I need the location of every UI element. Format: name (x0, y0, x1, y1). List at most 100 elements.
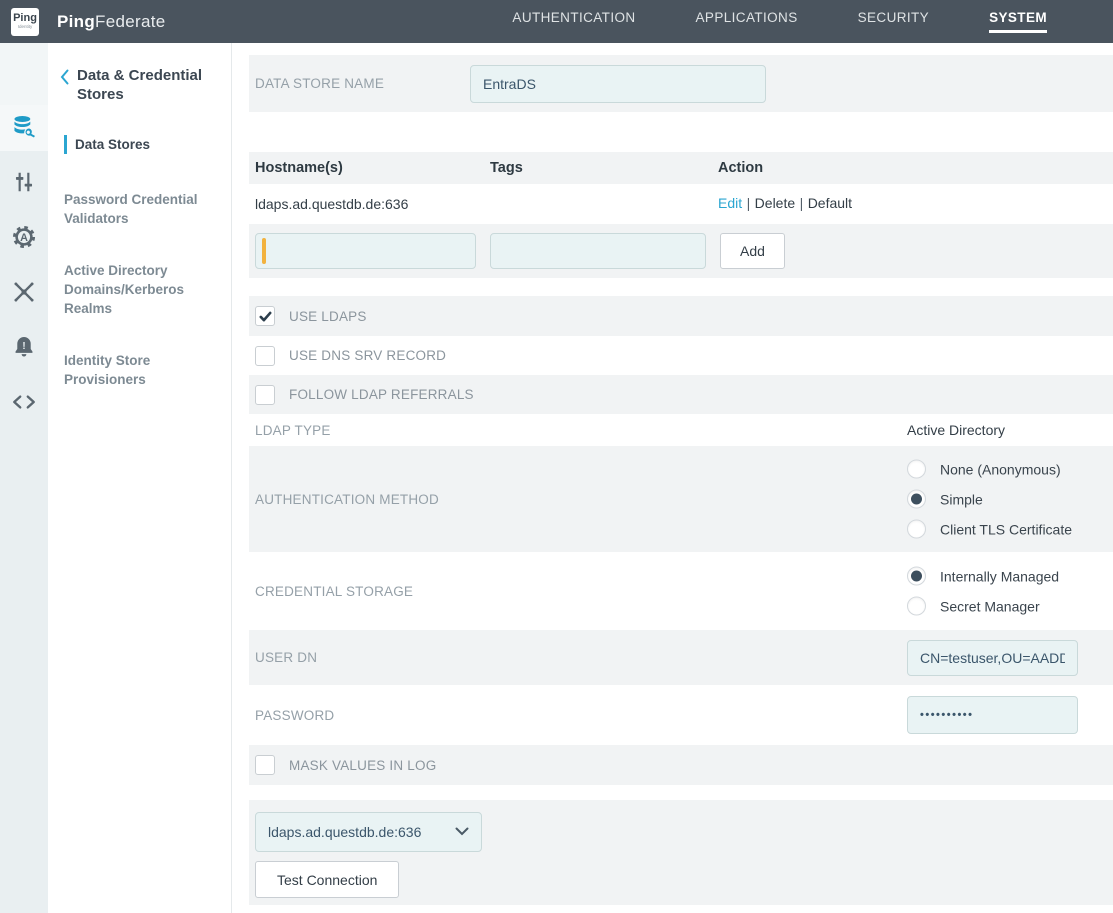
rail-item-data-stores[interactable] (11, 114, 37, 140)
add-button[interactable]: Add (720, 233, 785, 269)
main-nav: AUTHENTICATION APPLICATIONS SECURITY SYS… (512, 10, 1047, 33)
user-dn-label: USER DN (255, 650, 317, 665)
password-input[interactable] (907, 696, 1078, 734)
chevron-left-icon (60, 69, 70, 105)
sidebar-back-header[interactable]: Data & Credential Stores (60, 67, 219, 105)
password-label: PASSWORD (255, 708, 334, 723)
text-cursor (262, 238, 266, 264)
sidebar-item-ad-domains-kerberos[interactable]: Active Directory Domains/Kerberos Realms (64, 261, 212, 318)
sidebar-item-identity-store-provisioners[interactable]: Identity Store Provisioners (64, 351, 212, 389)
hostname-cell: ldaps.ad.questdb.de:636 (255, 196, 490, 212)
follow-ldap-referrals-checkbox[interactable] (255, 385, 275, 405)
rail-item-monitoring-notifications[interactable]: ! (11, 334, 37, 360)
node-connections-icon (11, 292, 37, 309)
sidebar-item-password-credential-validators[interactable]: Password Credential Validators (64, 190, 212, 228)
header-hostnames: Hostname(s) (255, 160, 490, 176)
rail-item-server-configuration[interactable] (11, 169, 37, 195)
radio-internally-managed[interactable]: Internally Managed (907, 567, 1059, 586)
app-title-light: Federate (95, 12, 165, 31)
nav-security[interactable]: SECURITY (858, 10, 929, 33)
rail-top-section (0, 43, 48, 105)
user-dn-input[interactable] (907, 640, 1078, 676)
ldap-type-value: Active Directory (907, 422, 1005, 438)
delete-link[interactable]: Delete (755, 195, 795, 211)
sliders-icon (11, 182, 37, 199)
ping-logo: Ping Identity (11, 8, 39, 36)
mask-values-row: MASK VALUES IN LOG (249, 745, 1113, 785)
ldap-type-label: LDAP TYPE (255, 423, 331, 438)
header-tags: Tags (490, 160, 718, 176)
app-title: PingFederate (57, 12, 165, 32)
follow-ldap-referrals-label: FOLLOW LDAP REFERRALS (289, 387, 474, 402)
mask-values-label: MASK VALUES IN LOG (289, 758, 436, 773)
authentication-method-row: AUTHENTICATION METHOD None (Anonymous) S… (249, 446, 1113, 552)
new-tags-input[interactable] (490, 233, 706, 269)
radio-circle (907, 520, 926, 539)
hostname-table-row: ldaps.ad.questdb.de:636 Edit | Delete | … (249, 184, 1113, 224)
add-hostname-row: Add (249, 224, 1113, 278)
use-dns-srv-label: USE DNS SRV RECORD (289, 348, 446, 363)
main-content: DATA STORE NAME Hostname(s) Tags Action … (232, 43, 1113, 913)
rail-item-oauth-code[interactable] (11, 389, 37, 415)
data-store-name-input[interactable] (470, 65, 766, 103)
credential-storage-row: CREDENTIAL STORAGE Internally Managed Se… (249, 552, 1113, 630)
header-action: Action (718, 160, 1113, 176)
credential-storage-options: Internally Managed Secret Manager (907, 567, 1059, 616)
use-dns-srv-checkbox[interactable] (255, 346, 275, 366)
hostname-select[interactable]: ldaps.ad.questdb.de:636 (255, 812, 482, 852)
code-brackets-icon (11, 402, 37, 419)
gear-a-icon: A (11, 237, 37, 254)
app-title-bold: Ping (57, 12, 95, 31)
sidebar-item-data-stores[interactable]: Data Stores (64, 135, 212, 154)
svg-text:!: ! (22, 341, 25, 352)
nav-applications[interactable]: APPLICATIONS (696, 10, 798, 33)
radio-circle (907, 597, 926, 616)
radio-simple[interactable]: Simple (907, 490, 1072, 509)
nav-system[interactable]: SYSTEM (989, 10, 1047, 33)
password-row: PASSWORD (249, 685, 1113, 745)
action-separator: | (800, 195, 804, 211)
edit-link[interactable]: Edit (718, 195, 742, 211)
credential-storage-label: CREDENTIAL STORAGE (255, 584, 413, 599)
chevron-down-icon (455, 823, 469, 841)
test-connection-button[interactable]: Test Connection (255, 861, 399, 898)
radio-circle (907, 460, 926, 479)
top-bar: Ping Identity PingFederate AUTHENTICATIO… (0, 0, 1113, 43)
hostnames-table-header: Hostname(s) Tags Action (249, 152, 1113, 184)
mask-values-checkbox[interactable] (255, 755, 275, 775)
icon-rail: A (0, 43, 48, 913)
radio-circle-selected (907, 490, 926, 509)
data-store-name-label: DATA STORE NAME (255, 76, 470, 91)
radio-circle-selected (907, 567, 926, 586)
authentication-method-options: None (Anonymous) Simple Client TLS Certi… (907, 460, 1072, 539)
svg-text:A: A (20, 232, 28, 244)
new-hostname-input[interactable] (255, 233, 476, 269)
new-hostname-wrap (255, 233, 476, 269)
radio-secret-manager[interactable]: Secret Manager (907, 597, 1059, 616)
action-separator: | (747, 195, 751, 211)
user-dn-row: USER DN (249, 630, 1113, 685)
nav-authentication[interactable]: AUTHENTICATION (512, 10, 635, 33)
secondary-sidebar: Data & Credential Stores Data Stores Pas… (48, 43, 232, 913)
use-dns-srv-row: USE DNS SRV RECORD (249, 336, 1113, 375)
action-cell: Edit | Delete | Default (718, 195, 1113, 213)
data-store-name-row: DATA STORE NAME (249, 55, 1113, 112)
database-key-icon (11, 127, 37, 144)
sidebar-section-title: Data & Credential Stores (77, 67, 219, 105)
rail-item-external-systems[interactable] (11, 279, 37, 305)
authentication-method-label: AUTHENTICATION METHOD (255, 492, 439, 507)
use-ldaps-label: USE LDAPS (289, 309, 367, 324)
radio-client-tls-certificate[interactable]: Client TLS Certificate (907, 520, 1072, 539)
bell-alert-icon: ! (11, 347, 37, 364)
use-ldaps-checkbox[interactable] (255, 306, 275, 326)
test-connection-section: ldaps.ad.questdb.de:636 Test Connection (249, 800, 1113, 905)
default-link[interactable]: Default (808, 195, 852, 211)
hostname-select-value: ldaps.ad.questdb.de:636 (268, 824, 455, 840)
radio-none-anonymous[interactable]: None (Anonymous) (907, 460, 1072, 479)
ldap-type-row: LDAP TYPE Active Directory (249, 414, 1113, 446)
check-icon (258, 309, 273, 324)
follow-ldap-referrals-row: FOLLOW LDAP REFERRALS (249, 375, 1113, 414)
ping-logo-text: Ping (13, 13, 37, 24)
rail-item-admin-operations[interactable]: A (11, 224, 37, 250)
ping-logo-subtext: Identity (18, 25, 33, 30)
